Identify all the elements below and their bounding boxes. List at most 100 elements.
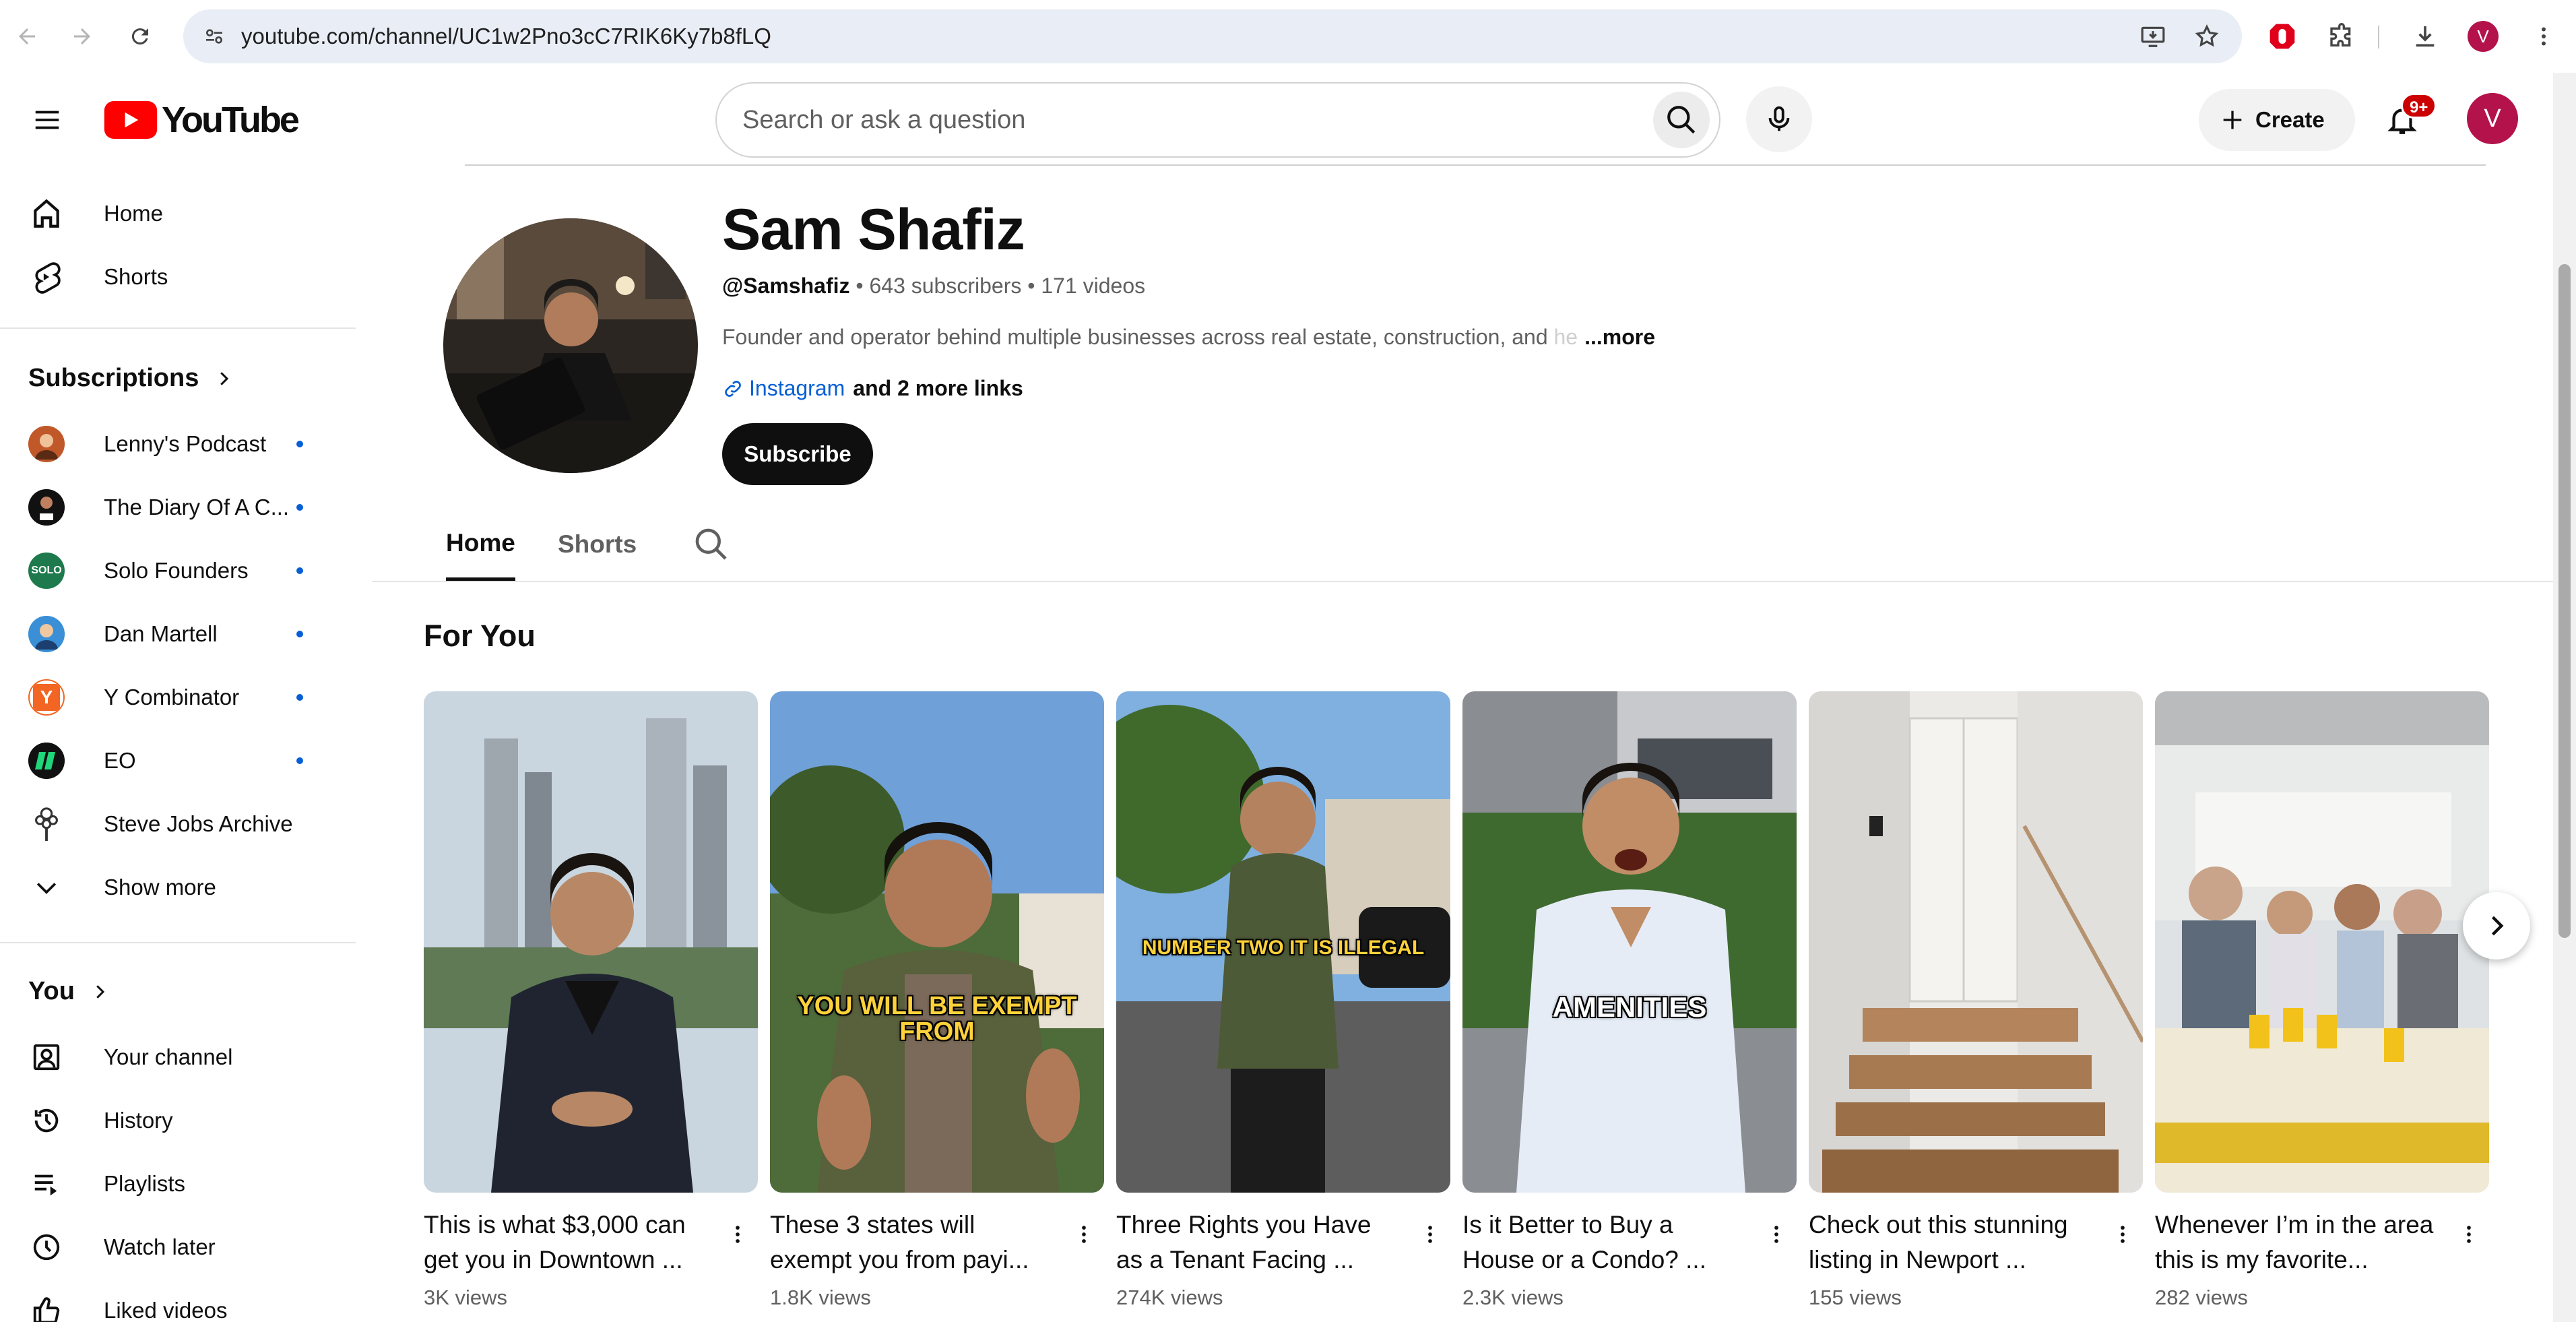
search-icon[interactable] — [1653, 92, 1710, 148]
more-options-icon[interactable] — [1758, 1214, 1795, 1255]
description-text: Founder and operator behind multiple bus… — [722, 325, 1548, 349]
meta-separator: • — [856, 274, 864, 298]
channel-avatar[interactable] — [443, 218, 698, 473]
you-heading-label: You — [28, 977, 75, 1005]
sidebar-item-shorts[interactable]: Shorts — [0, 245, 356, 309]
short-thumbnail[interactable]: YOU WILL BE EXEMPT FROM — [770, 691, 1104, 1193]
download-icon[interactable] — [2404, 15, 2447, 58]
channel-avatar-icon: SOLO — [28, 553, 65, 589]
create-button[interactable]: Create — [2199, 89, 2355, 151]
short-title[interactable]: Check out this stunning listing in Newpo… — [1809, 1207, 2092, 1278]
short-views: 1.8K views — [770, 1286, 871, 1309]
short-title[interactable]: Is it Better to Buy a House or a Condo? … — [1462, 1207, 1745, 1278]
instagram-link[interactable]: Instagram — [749, 376, 845, 401]
short-thumbnail[interactable]: AMENITIES — [1462, 691, 1797, 1193]
sidebar-item-subscription[interactable]: The Diary Of A C... — [0, 476, 356, 539]
page-scrollbar[interactable] — [2553, 73, 2576, 1322]
more-options-icon[interactable] — [1411, 1214, 1449, 1255]
tab-home[interactable]: Home — [446, 508, 515, 581]
channel-search-icon[interactable] — [693, 526, 730, 563]
you-heading[interactable]: You — [28, 977, 110, 1006]
short-card[interactable]: AMENITIES Is it Better to Buy a House or… — [1462, 691, 1797, 1309]
youtube-play-logo-icon — [104, 101, 158, 139]
address-bar[interactable]: youtube.com/channel/UC1w2Pno3cC7RIK6Ky7b… — [183, 9, 2242, 63]
sidebar-item-subscription[interactable]: EO — [0, 729, 356, 792]
short-thumbnail[interactable] — [1809, 691, 2143, 1193]
sidebar-item-home[interactable]: Home — [0, 182, 356, 245]
apple-tree-logo-icon — [28, 806, 65, 842]
short-card[interactable]: This is what $3,000 can get you in Downt… — [424, 691, 758, 1309]
sidebar-item-watch-later[interactable]: Watch later — [0, 1216, 356, 1279]
sidebar-item-show-more[interactable]: Show more — [0, 856, 356, 919]
sidebar-item-playlists[interactable]: Playlists — [0, 1152, 356, 1216]
account-avatar[interactable]: V — [2467, 93, 2518, 144]
puzzle-extensions-icon[interactable] — [2320, 15, 2363, 58]
subscribe-button[interactable]: Subscribe — [722, 423, 873, 485]
bookmark-star-icon[interactable] — [2187, 16, 2227, 57]
back-arrow-icon[interactable] — [5, 15, 49, 58]
sidebar-item-history[interactable]: History — [0, 1089, 356, 1152]
description-more-link[interactable]: ...more — [1584, 325, 1655, 349]
subscription-label: EO — [104, 748, 136, 773]
short-title[interactable]: These 3 states will exempt you from payi… — [770, 1207, 1053, 1278]
extension-red-icon[interactable] — [2261, 15, 2304, 58]
chevron-right-icon[interactable] — [2463, 892, 2530, 959]
short-views: 155 views — [1809, 1286, 1902, 1309]
short-thumbnail[interactable] — [424, 691, 758, 1193]
sidebar-item-subscription[interactable]: Dan Martell — [0, 602, 356, 666]
microphone-icon[interactable] — [1746, 86, 1812, 152]
masthead: YouTube Create 9+ V — [0, 73, 2553, 164]
scrollbar-thumb[interactable] — [2558, 264, 2571, 938]
channel-avatar-icon — [28, 489, 65, 526]
your-channel-icon — [28, 1039, 65, 1075]
search-input[interactable] — [742, 84, 1605, 156]
more-options-icon[interactable] — [2104, 1214, 2142, 1255]
liked-videos-icon — [28, 1292, 65, 1322]
short-card[interactable]: NUMBER TWO IT IS ILLEGAL Three Rights yo… — [1116, 691, 1450, 1309]
thumbnail-caption: YOU WILL BE EXEMPT FROM — [797, 992, 1077, 1046]
more-links-button[interactable]: and 2 more links — [853, 376, 1023, 401]
short-thumbnail[interactable]: NUMBER TWO IT IS ILLEGAL — [1116, 691, 1450, 1193]
sidebar-item-your-channel[interactable]: Your channel — [0, 1026, 356, 1089]
more-options-icon[interactable] — [719, 1214, 756, 1255]
site-info-icon[interactable] — [194, 16, 234, 57]
channel-handle: @Samshafiz — [722, 274, 850, 298]
short-title[interactable]: This is what $3,000 can get you in Downt… — [424, 1207, 707, 1278]
sidebar-item-subscription[interactable]: Lenny's Podcast — [0, 412, 356, 476]
sidebar-item-label: Playlists — [104, 1171, 186, 1196]
subscription-label: Y Combinator — [104, 685, 240, 710]
home-icon — [28, 195, 65, 232]
sidebar-item-liked-videos[interactable]: Liked videos — [0, 1279, 356, 1322]
hamburger-menu-icon[interactable] — [24, 97, 70, 143]
install-app-icon[interactable] — [2133, 16, 2173, 57]
short-title[interactable]: Three Rights you Have as a Tenant Facing… — [1116, 1207, 1399, 1278]
reload-icon[interactable] — [119, 15, 162, 58]
more-options-icon[interactable] — [2450, 1214, 2488, 1255]
subscriptions-heading[interactable]: Subscriptions — [28, 364, 234, 393]
short-card[interactable]: Check out this stunning listing in Newpo… — [1809, 691, 2143, 1309]
channel-description[interactable]: Founder and operator behind multiple bus… — [722, 325, 1655, 350]
browser-profile-avatar[interactable]: V — [2461, 15, 2505, 58]
sidebar-divider — [0, 942, 356, 943]
new-content-dot — [296, 504, 303, 511]
sidebar-item-subscription[interactable]: Steve Jobs Archive — [0, 792, 356, 856]
forward-arrow-icon[interactable] — [61, 15, 104, 58]
new-content-dot — [296, 631, 303, 637]
url-text[interactable]: youtube.com/channel/UC1w2Pno3cC7RIK6Ky7b… — [241, 9, 771, 63]
chevron-right-icon — [220, 371, 229, 385]
short-views: 2.3K views — [1462, 1286, 1564, 1309]
youtube-logo[interactable]: YouTube — [104, 100, 300, 140]
kebab-menu-icon[interactable] — [2522, 15, 2565, 58]
short-title[interactable]: Whenever I’m in the area this is my favo… — [2155, 1207, 2438, 1278]
short-card[interactable]: Whenever I’m in the area this is my favo… — [2155, 691, 2489, 1309]
more-options-icon[interactable] — [1065, 1214, 1103, 1255]
section-title: For You — [424, 619, 536, 653]
short-thumbnail[interactable] — [2155, 691, 2489, 1193]
short-card[interactable]: YOU WILL BE EXEMPT FROM These 3 states w… — [770, 691, 1104, 1309]
shorts-icon — [28, 259, 65, 295]
search-box[interactable] — [715, 82, 1720, 158]
subscription-label: The Diary Of A C... — [104, 495, 290, 520]
sidebar-item-subscription[interactable]: SOLO Solo Founders — [0, 539, 356, 602]
sidebar-item-subscription[interactable]: Y Y Combinator — [0, 666, 356, 729]
tab-shorts[interactable]: Shorts — [558, 508, 637, 581]
